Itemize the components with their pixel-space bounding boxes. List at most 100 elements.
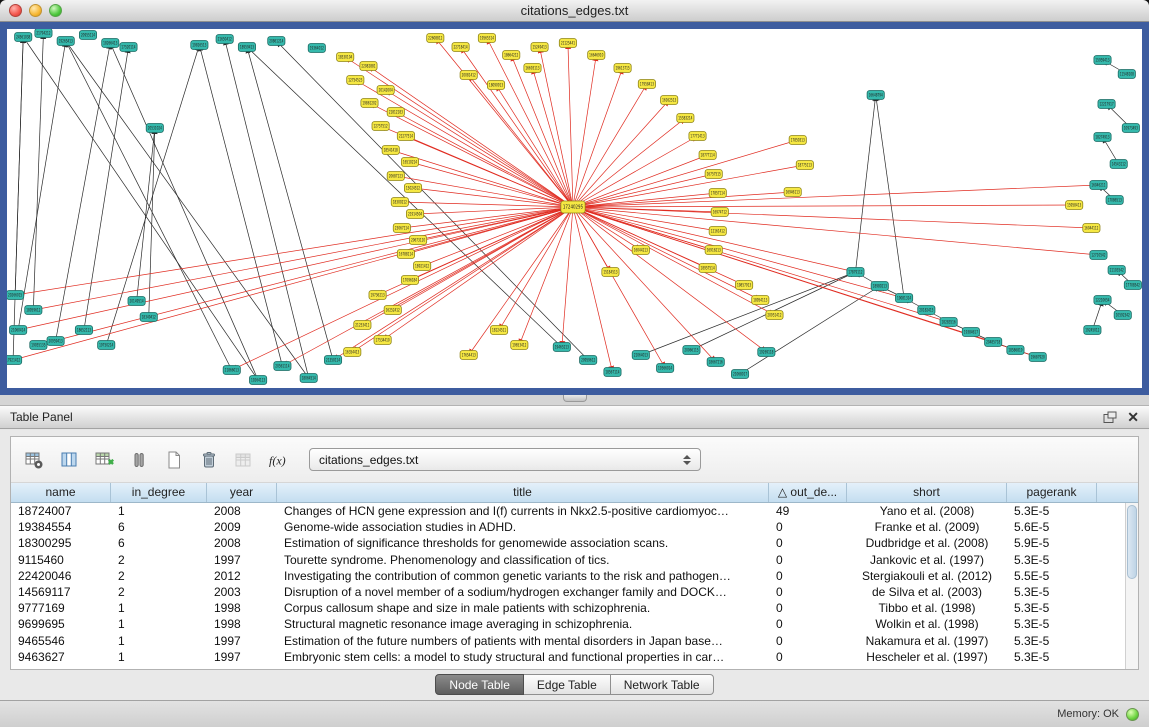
graph-node[interactable]: 20531024 xyxy=(146,124,163,133)
graph-node[interactable]: 10592342 xyxy=(1114,311,1131,320)
window-close-button[interactable] xyxy=(9,4,22,17)
graph-node[interactable]: 16646910 xyxy=(588,51,605,60)
graph-node[interactable]: 17857114 xyxy=(709,189,726,198)
graph-node[interactable]: 21866013 xyxy=(223,366,240,375)
graph-node[interactable]: 17921412 xyxy=(7,356,22,365)
window-zoom-button[interactable] xyxy=(49,4,62,17)
graph-node[interactable]: 17879112 xyxy=(847,268,864,277)
column-header-short[interactable]: short xyxy=(847,483,1007,502)
graph-node[interactable]: 19861202 xyxy=(361,99,378,108)
graph-node[interactable]: 22718414 xyxy=(452,43,469,52)
graph-node[interactable]: 18667216 xyxy=(707,358,724,367)
table-row[interactable]: 1872400712008Changes of HCN gene express… xyxy=(11,503,1138,519)
graph-node[interactable]: 21650412 xyxy=(216,35,233,44)
graph-node[interactable]: 17534410 xyxy=(374,336,391,345)
graph-node[interactable]: 18349412 xyxy=(140,313,157,322)
graph-node[interactable]: 20081412 xyxy=(460,71,477,80)
column-header-in_degree[interactable]: in_degree xyxy=(111,483,207,502)
graph-node[interactable]: 14543112 xyxy=(1110,160,1127,169)
graph-node[interactable]: 17958413 xyxy=(638,80,655,89)
graph-node[interactable]: 17771413 xyxy=(689,132,706,141)
graph-node[interactable]: 15959413 xyxy=(1094,56,1111,65)
graph-node[interactable]: 20959413 xyxy=(47,337,64,346)
graph-node[interactable]: 20485718 xyxy=(985,338,1002,347)
graph-node[interactable]: 21103542 xyxy=(1108,266,1125,275)
graph-node[interactable]: 18954113 xyxy=(752,296,769,305)
column-header-pagerank[interactable]: pagerank xyxy=(1007,483,1097,502)
graph-node[interactable]: 17086513 xyxy=(1106,196,1123,205)
graph-node[interactable]: 19245012 xyxy=(1084,326,1101,335)
graph-node[interactable]: 18530104 xyxy=(337,53,354,62)
graph-node[interactable]: 16757515 xyxy=(705,170,722,179)
import-table-icon[interactable] xyxy=(231,447,257,473)
graph-node[interactable]: 16510214 xyxy=(401,158,418,167)
tab-network-table[interactable]: Network Table xyxy=(611,674,714,695)
window-minimize-button[interactable] xyxy=(29,4,42,17)
graph-node[interactable]: 16648794 xyxy=(867,91,884,100)
graph-node[interactable]: 18586819 xyxy=(1007,346,1024,355)
graph-node[interactable]: 19857913 xyxy=(735,281,752,290)
graph-node[interactable]: 17240295 xyxy=(561,201,585,213)
graph-node[interactable]: 21068017 xyxy=(731,370,748,379)
table-options-icon[interactable] xyxy=(21,447,47,473)
graph-node[interactable]: 12754523 xyxy=(347,76,364,85)
graph-node[interactable]: 18266413 xyxy=(102,39,119,48)
graph-node[interactable]: 19081314 xyxy=(895,294,912,303)
table-row[interactable]: 1456911722003Disruption of a novel membe… xyxy=(11,584,1138,600)
graph-node[interactable]: 17654413 xyxy=(460,351,477,360)
table-row[interactable]: 969969511998Structural magnetic resonanc… xyxy=(11,616,1138,632)
graph-node[interactable]: 20066115 xyxy=(683,346,700,355)
splitter-handle[interactable] xyxy=(563,395,587,402)
graph-node[interactable]: 18777114 xyxy=(699,151,716,160)
column-header-year[interactable]: year xyxy=(207,483,277,502)
graph-node[interactable]: 21812183 xyxy=(387,108,404,117)
graph-node[interactable]: 24561038 xyxy=(15,33,32,42)
graph-node[interactable]: 17096184 xyxy=(401,276,418,285)
graph-node[interactable]: 19613715 xyxy=(614,64,631,73)
graph-node[interactable]: 20142004 xyxy=(377,86,394,95)
graph-node[interactable]: 12210654 xyxy=(1094,296,1111,305)
graph-node[interactable]: 18959413 xyxy=(238,43,255,52)
graph-node[interactable]: 21253411 xyxy=(354,321,371,330)
graph-node[interactable]: 21350114 xyxy=(324,356,341,365)
table-row[interactable]: 977716911998Corpus callosum shape and si… xyxy=(11,600,1138,616)
graph-node[interactable]: 20959612 xyxy=(580,356,597,365)
network-window-titlebar[interactable]: citations_edges.txt xyxy=(0,0,1149,22)
graph-node[interactable]: 20951412 xyxy=(766,311,783,320)
graph-node[interactable]: 16693113 xyxy=(524,64,541,73)
graph-node[interactable]: 21125441 xyxy=(559,39,576,48)
graph-node[interactable]: 19687920 xyxy=(1029,353,1046,362)
edit-table-icon[interactable] xyxy=(91,447,117,473)
function-builder-icon[interactable]: f(x) xyxy=(266,447,292,473)
graph-node[interactable]: 18064514 xyxy=(300,374,317,383)
graph-node[interactable]: 18664212 xyxy=(503,51,520,60)
graph-node[interactable]: 10973493 xyxy=(1122,124,1139,133)
column-header-name[interactable]: name xyxy=(11,483,111,502)
graph-node[interactable]: 16044112 xyxy=(1083,224,1100,233)
graph-node[interactable]: 19364012 xyxy=(308,44,325,53)
column-header-title[interactable]: title xyxy=(277,483,769,502)
tab-edge-table[interactable]: Edge Table xyxy=(524,674,611,695)
graph-node[interactable]: 21064013 xyxy=(632,351,649,360)
graph-node[interactable]: 18090913 xyxy=(487,81,504,90)
graph-node[interactable]: 18775113 xyxy=(796,161,813,170)
graph-node[interactable]: 16046211 xyxy=(1090,181,1107,190)
table-row[interactable]: 1830029562008Estimation of significance … xyxy=(11,535,1138,551)
graph-node[interactable]: 19653412 xyxy=(511,341,528,350)
graph-node[interactable]: 20266015 xyxy=(7,291,24,300)
graph-node[interactable]: 16162513 xyxy=(661,96,678,105)
graph-node[interactable]: 20955114 xyxy=(79,31,96,40)
graph-node[interactable]: 20687123 xyxy=(387,172,404,181)
graph-node[interactable]: 23067114 xyxy=(393,224,410,233)
table-row[interactable]: 946554611997Estimation of the future num… xyxy=(11,633,1138,649)
graph-node[interactable]: 18980213 xyxy=(871,282,888,291)
table-row[interactable]: 911546021997Tourette syndrome. Phenomeno… xyxy=(11,552,1138,568)
graph-node[interactable]: 20673110 xyxy=(409,236,426,245)
tab-node-table[interactable]: Node Table xyxy=(435,674,524,695)
graph-node[interactable]: 15583214 xyxy=(677,114,694,123)
graph-node[interactable]: 19565314 xyxy=(478,34,495,43)
graph-node[interactable]: 15024512 xyxy=(404,184,421,193)
graph-node[interactable]: 21060414 xyxy=(10,326,27,335)
table-scrollbar-thumb[interactable] xyxy=(1127,505,1137,579)
graph-node[interactable]: 18652113 xyxy=(75,326,92,335)
